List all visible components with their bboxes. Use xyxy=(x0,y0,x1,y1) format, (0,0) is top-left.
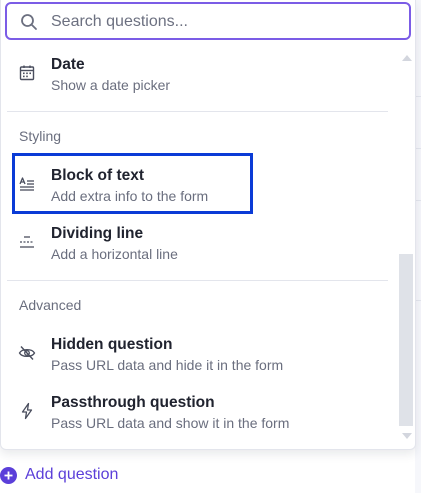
dividing-line-icon xyxy=(20,236,34,248)
search-icon xyxy=(21,14,37,30)
section-divider xyxy=(7,280,388,281)
option-title: Date xyxy=(51,56,85,73)
option-title: Dividing line xyxy=(51,225,144,242)
option-title: Hidden question xyxy=(51,336,173,353)
calendar-icon xyxy=(19,65,35,81)
question-type-dropdown: Date Show a date picker Styling Block of… xyxy=(0,0,416,450)
selection-highlight xyxy=(12,153,253,214)
option-description: Add a horizontal line xyxy=(51,246,178,262)
eye-off-icon xyxy=(18,346,36,360)
option-description: Show a date picker xyxy=(51,77,171,93)
plus-circle-icon xyxy=(0,466,17,484)
option-hidden-question[interactable]: Hidden question Pass URL data and hide i… xyxy=(1,336,397,386)
section-divider xyxy=(7,111,388,112)
scrollbar-thumb[interactable] xyxy=(399,254,413,426)
option-dividing-line[interactable]: Dividing line Add a horizontal line xyxy=(1,225,397,275)
option-date[interactable]: Date Show a date picker xyxy=(1,56,397,106)
scroll-down-arrow-icon[interactable] xyxy=(402,433,412,439)
add-question-label: Add question xyxy=(25,466,119,483)
add-question-button[interactable]: Add question xyxy=(0,464,118,486)
search-input[interactable] xyxy=(51,8,401,36)
option-passthrough-question[interactable]: Passthrough question Pass URL data and s… xyxy=(1,394,397,444)
option-title: Passthrough question xyxy=(51,394,215,411)
scroll-up-arrow-icon[interactable] xyxy=(402,55,412,61)
scrollbar[interactable] xyxy=(397,44,416,450)
lightning-icon xyxy=(21,402,33,420)
search-box[interactable] xyxy=(5,2,411,40)
option-description: Pass URL data and show it in the form xyxy=(51,415,290,431)
question-type-list: Date Show a date picker Styling Block of… xyxy=(1,44,397,450)
section-label-styling: Styling xyxy=(19,128,62,144)
option-description: Pass URL data and hide it in the form xyxy=(51,357,284,373)
section-label-advanced: Advanced xyxy=(19,297,82,313)
